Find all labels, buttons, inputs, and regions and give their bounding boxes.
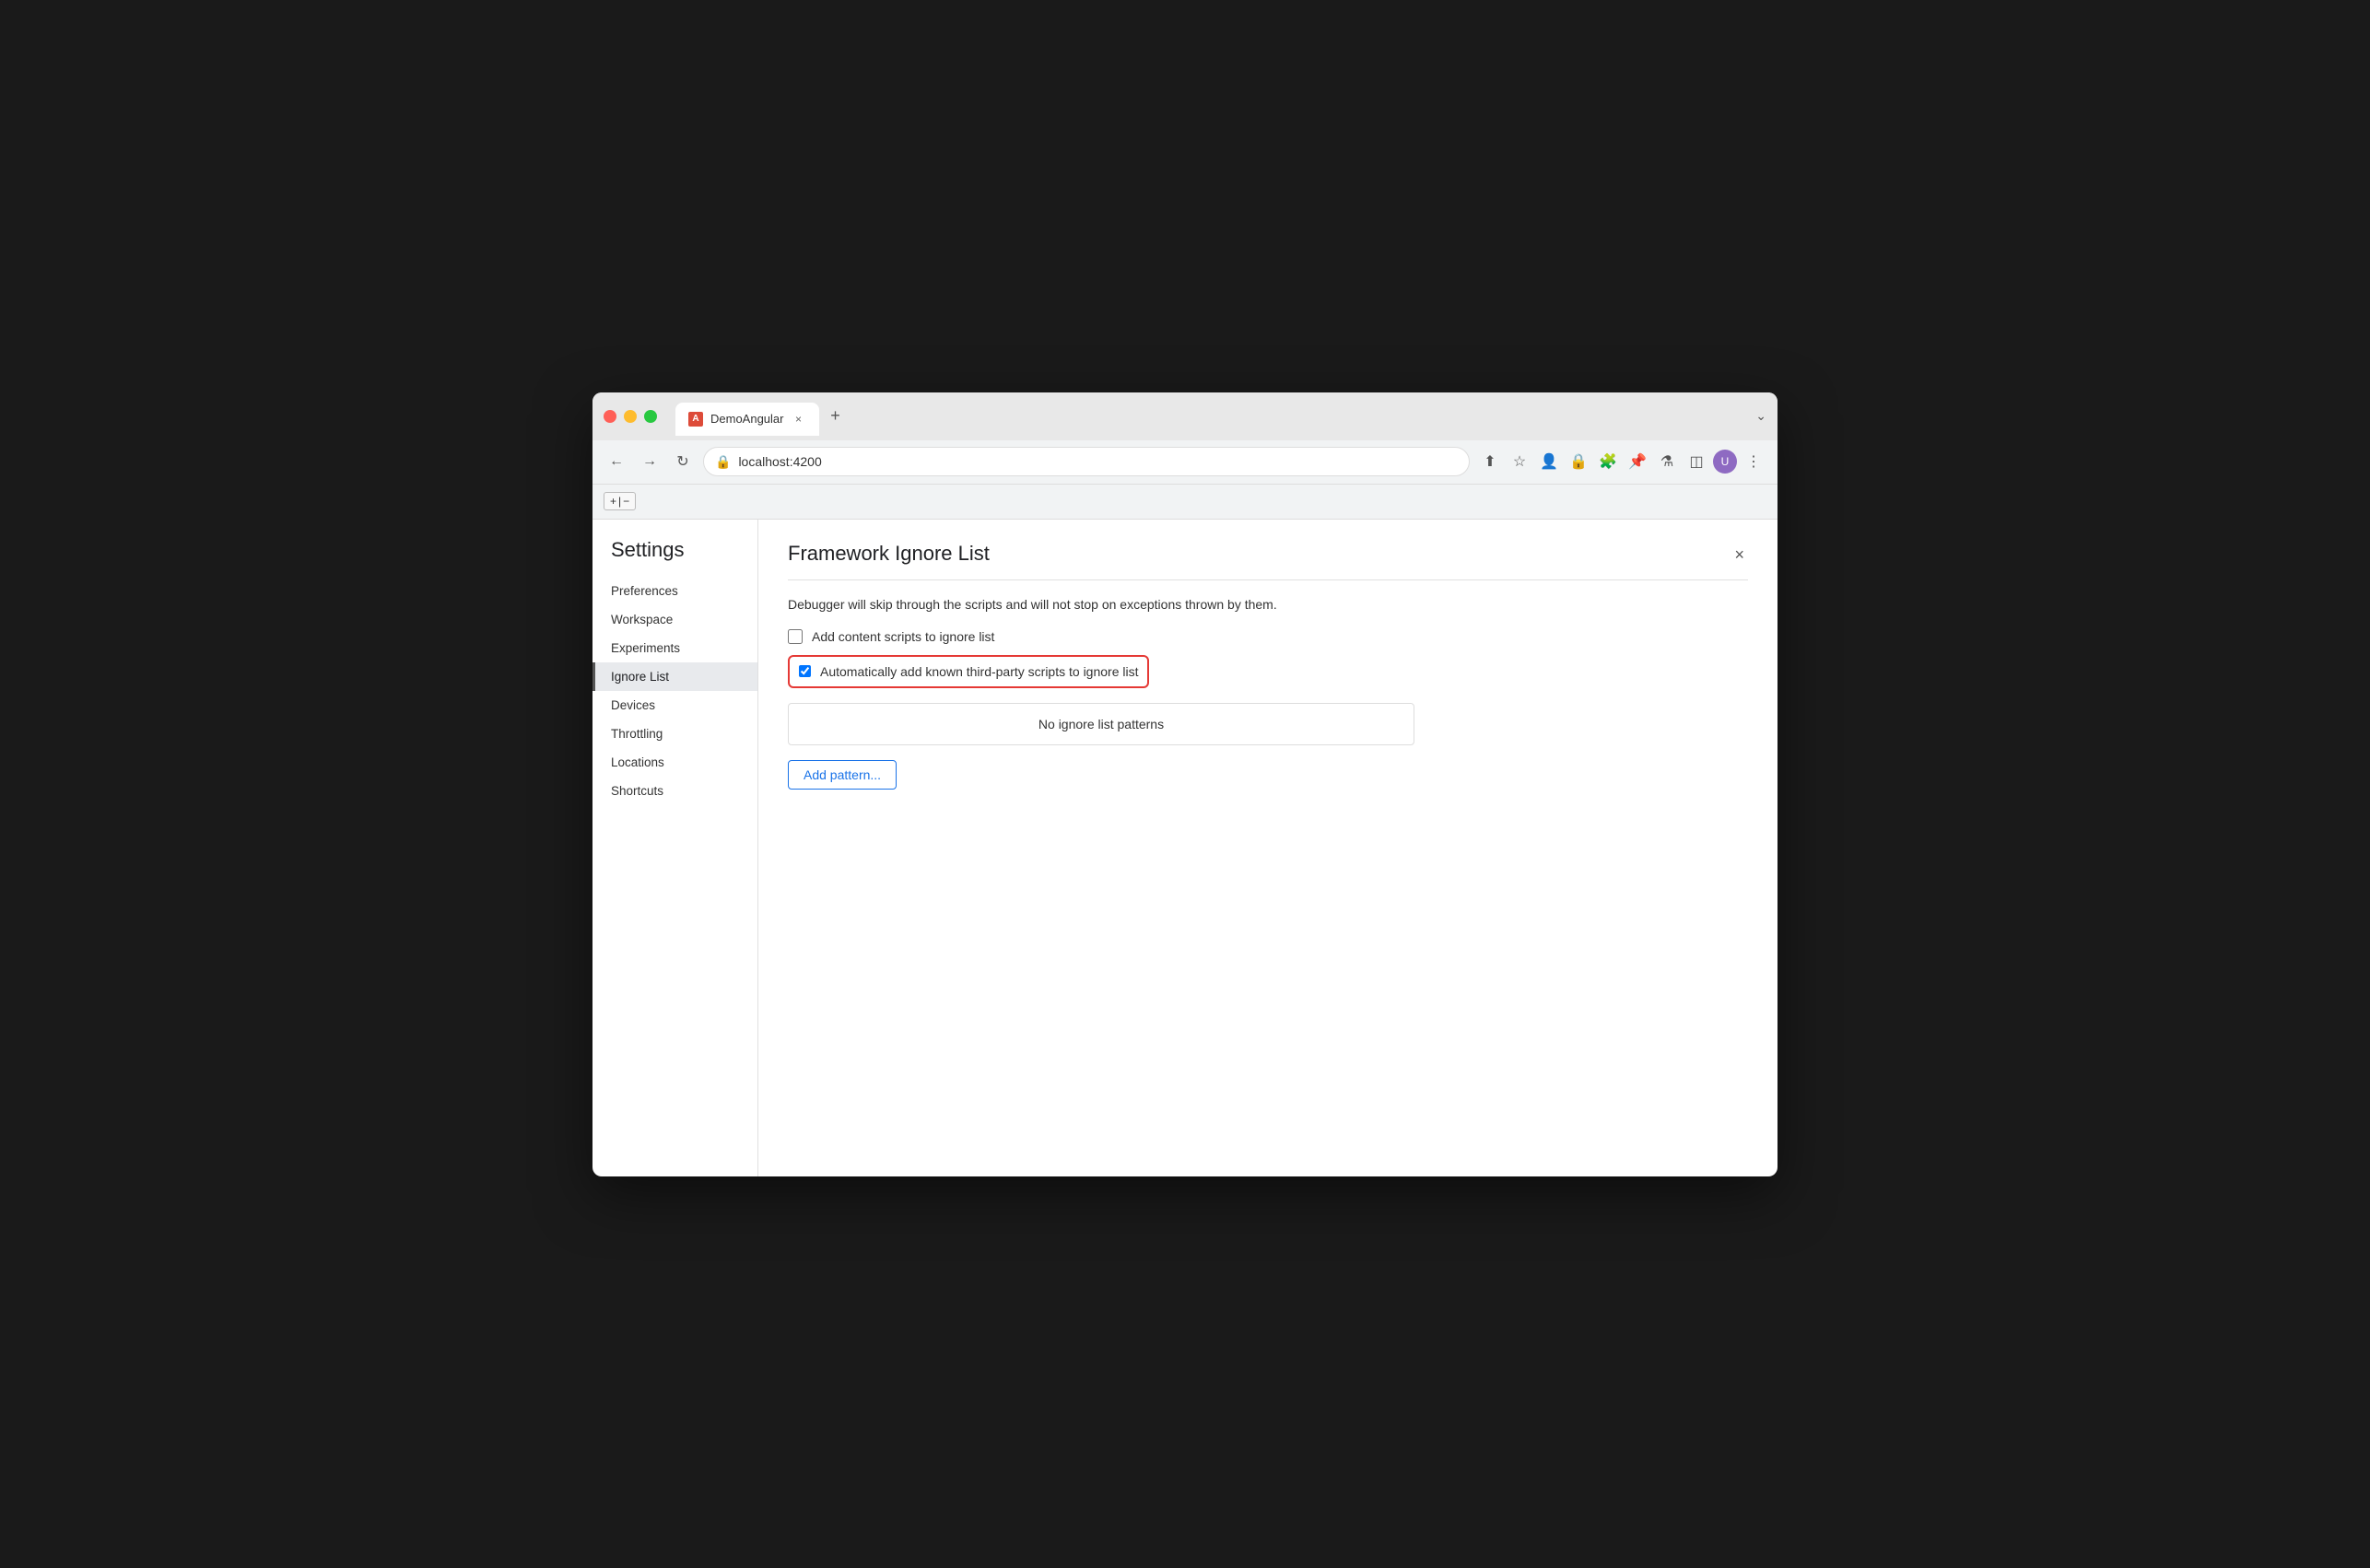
- extension1-icon[interactable]: 🔒: [1566, 449, 1591, 474]
- no-patterns-box: No ignore list patterns: [788, 703, 1414, 745]
- sidebar-icon[interactable]: ◫: [1684, 449, 1709, 474]
- settings-sidebar: Settings Preferences Workspace Experimen…: [592, 520, 758, 1176]
- maximize-traffic-light[interactable]: [644, 410, 657, 423]
- new-tab-button[interactable]: +: [823, 404, 849, 429]
- zoom-minus-icon[interactable]: −: [623, 495, 629, 508]
- sidebar-item-locations[interactable]: Locations: [592, 748, 757, 777]
- sidebar-item-throttling[interactable]: Throttling: [592, 720, 757, 748]
- tab-bar: A DemoAngular × +: [675, 392, 1748, 440]
- add-content-scripts-label[interactable]: Add content scripts to ignore list: [812, 629, 994, 644]
- auto-add-third-party-checkbox[interactable]: [799, 665, 811, 677]
- nav-bar: ← → ↻ 🔒 localhost:4200 ⬆ ☆ 👤 🔒 🧩 📌 ⚗ ◫ U…: [592, 440, 1778, 485]
- close-button[interactable]: ×: [1731, 542, 1748, 568]
- zoom-plus-icon[interactable]: +: [610, 495, 616, 508]
- sidebar-item-experiments[interactable]: Experiments: [592, 634, 757, 662]
- sidebar-item-preferences[interactable]: Preferences: [592, 577, 757, 605]
- title-bar: A DemoAngular × + ⌄: [592, 392, 1778, 440]
- sidebar-item-ignore-list[interactable]: Ignore List: [592, 662, 757, 691]
- tab-favicon: A: [688, 412, 703, 427]
- devtools-bar: + | −: [592, 485, 1778, 520]
- settings-panel: Settings Preferences Workspace Experimen…: [592, 520, 1778, 1176]
- profile-avatar[interactable]: U: [1713, 450, 1737, 474]
- close-traffic-light[interactable]: [604, 410, 616, 423]
- content-header: Framework Ignore List ×: [788, 542, 1748, 568]
- zoom-bar-icon: |: [618, 495, 621, 508]
- address-bar[interactable]: 🔒 localhost:4200: [703, 447, 1470, 476]
- chevron-down-icon[interactable]: ⌄: [1755, 408, 1766, 424]
- extension2-icon[interactable]: 🧩: [1595, 449, 1621, 474]
- sidebar-item-devices[interactable]: Devices: [592, 691, 757, 720]
- reload-button[interactable]: ↻: [670, 449, 696, 474]
- browser-window: A DemoAngular × + ⌄ ← → ↻ 🔒 localhost:42…: [592, 392, 1778, 1176]
- traffic-lights: [604, 410, 657, 423]
- extension4-icon[interactable]: ⚗: [1654, 449, 1680, 474]
- add-content-scripts-row: Add content scripts to ignore list: [788, 629, 1748, 644]
- sidebar-item-workspace[interactable]: Workspace: [592, 605, 757, 634]
- minimize-traffic-light[interactable]: [624, 410, 637, 423]
- add-content-scripts-checkbox[interactable]: [788, 629, 803, 644]
- nav-right-icons: ⬆ ☆ 👤 🔒 🧩 📌 ⚗ ◫ U ⋮: [1477, 449, 1766, 474]
- tab-title: DemoAngular: [710, 412, 784, 426]
- share-icon[interactable]: ⬆: [1477, 449, 1503, 474]
- auto-add-third-party-label[interactable]: Automatically add known third-party scri…: [820, 664, 1138, 679]
- bookmark-icon[interactable]: ☆: [1507, 449, 1532, 474]
- active-tab[interactable]: A DemoAngular ×: [675, 403, 819, 436]
- sidebar-item-shortcuts[interactable]: Shortcuts: [592, 777, 757, 805]
- header-divider: [788, 579, 1748, 580]
- tab-close-button[interactable]: ×: [792, 412, 806, 427]
- content-title: Framework Ignore List: [788, 542, 990, 566]
- back-button[interactable]: ←: [604, 449, 629, 474]
- zoom-controls[interactable]: + | −: [604, 492, 636, 510]
- title-bar-right: ⌄: [1755, 408, 1766, 424]
- add-pattern-button[interactable]: Add pattern...: [788, 760, 897, 790]
- content-description: Debugger will skip through the scripts a…: [788, 595, 1748, 614]
- devtools-icon[interactable]: 👤: [1536, 449, 1562, 474]
- settings-content: Framework Ignore List × Debugger will sk…: [758, 520, 1778, 1176]
- extension3-icon[interactable]: 📌: [1625, 449, 1650, 474]
- settings-title: Settings: [592, 538, 757, 577]
- menu-icon[interactable]: ⋮: [1741, 449, 1766, 474]
- url-text: localhost:4200: [738, 454, 821, 469]
- no-patterns-text: No ignore list patterns: [1038, 717, 1164, 731]
- lock-icon: 🔒: [715, 454, 731, 470]
- forward-button[interactable]: →: [637, 449, 663, 474]
- auto-add-third-party-row: Automatically add known third-party scri…: [788, 655, 1149, 688]
